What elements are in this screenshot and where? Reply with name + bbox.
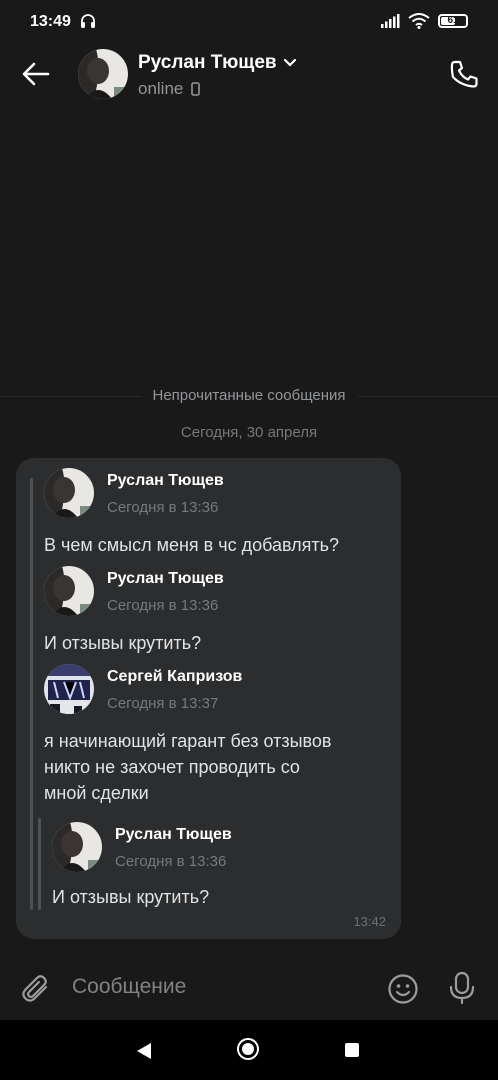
forwarded-sender-name[interactable]: Руслан Тющев bbox=[107, 472, 224, 490]
status-bar: 13:49 61 bbox=[0, 0, 498, 44]
nav-home-icon[interactable] bbox=[237, 1038, 259, 1060]
forwarded-avatar[interactable] bbox=[44, 566, 94, 616]
battery-level: 61 bbox=[447, 15, 459, 26]
signal-icon bbox=[381, 14, 400, 28]
nav-recents-icon[interactable] bbox=[345, 1043, 359, 1057]
forwarded-time: Сегодня в 13:37 bbox=[107, 695, 219, 712]
wifi-icon bbox=[408, 13, 430, 29]
forwarded-time: Сегодня в 13:36 bbox=[107, 499, 219, 516]
forwarded-sender-name[interactable]: Сергей Капризов bbox=[107, 668, 242, 686]
headphones-icon bbox=[81, 14, 95, 28]
back-arrow-icon[interactable] bbox=[20, 60, 52, 88]
forwarded-message-text: И отзывы крутить? bbox=[44, 633, 202, 653]
phone-call-icon[interactable] bbox=[448, 58, 480, 90]
nested-time: Сегодня в 13:36 bbox=[115, 853, 227, 870]
date-separator: Сегодня, 30 апреля bbox=[180, 424, 318, 441]
forwarded-avatar[interactable] bbox=[44, 468, 94, 518]
message-time: 13:42 bbox=[353, 914, 386, 929]
forwarded-message-text: я начинающий гарант без отзывов никто не… bbox=[44, 731, 332, 803]
chevron-down-icon bbox=[283, 58, 296, 67]
forwarded-avatar[interactable] bbox=[44, 664, 94, 714]
forwarded-message-text: В чем смысл меня в чс добавлять? bbox=[44, 535, 340, 555]
system-navigation-bar bbox=[0, 1020, 498, 1080]
nested-forward-indicator-bar bbox=[38, 818, 41, 910]
forwarded-indicator-bar bbox=[30, 478, 33, 910]
contact-name-button[interactable]: Руслан Тющев bbox=[138, 52, 297, 74]
microphone-icon[interactable] bbox=[447, 971, 477, 1005]
message-composer bbox=[0, 955, 498, 1021]
battery-icon: 61 bbox=[438, 14, 468, 28]
unread-label: Непрочитанные сообщения bbox=[140, 387, 358, 404]
contact-name: Руслан Тющев bbox=[138, 52, 277, 73]
emoji-icon[interactable] bbox=[387, 973, 419, 1005]
nested-forwarded-avatar[interactable] bbox=[52, 822, 102, 872]
mobile-device-icon bbox=[191, 82, 201, 96]
message-input[interactable] bbox=[72, 975, 362, 999]
unread-divider: Непрочитанные сообщения bbox=[0, 380, 498, 412]
forwarded-time: Сегодня в 13:36 bbox=[107, 597, 219, 614]
nav-back-icon[interactable] bbox=[136, 1042, 152, 1060]
nested-message-text: И отзывы крутить? bbox=[52, 887, 210, 907]
contact-avatar[interactable] bbox=[78, 49, 128, 99]
contact-status: online bbox=[138, 79, 184, 98]
forwarded-sender-name[interactable]: Руслан Тющев bbox=[107, 570, 224, 588]
status-time: 13:49 bbox=[30, 13, 71, 30]
nested-sender-name[interactable]: Руслан Тющев bbox=[115, 826, 232, 844]
chat-header: Руслан Тющев online bbox=[0, 44, 498, 104]
paperclip-icon[interactable] bbox=[20, 973, 52, 1005]
